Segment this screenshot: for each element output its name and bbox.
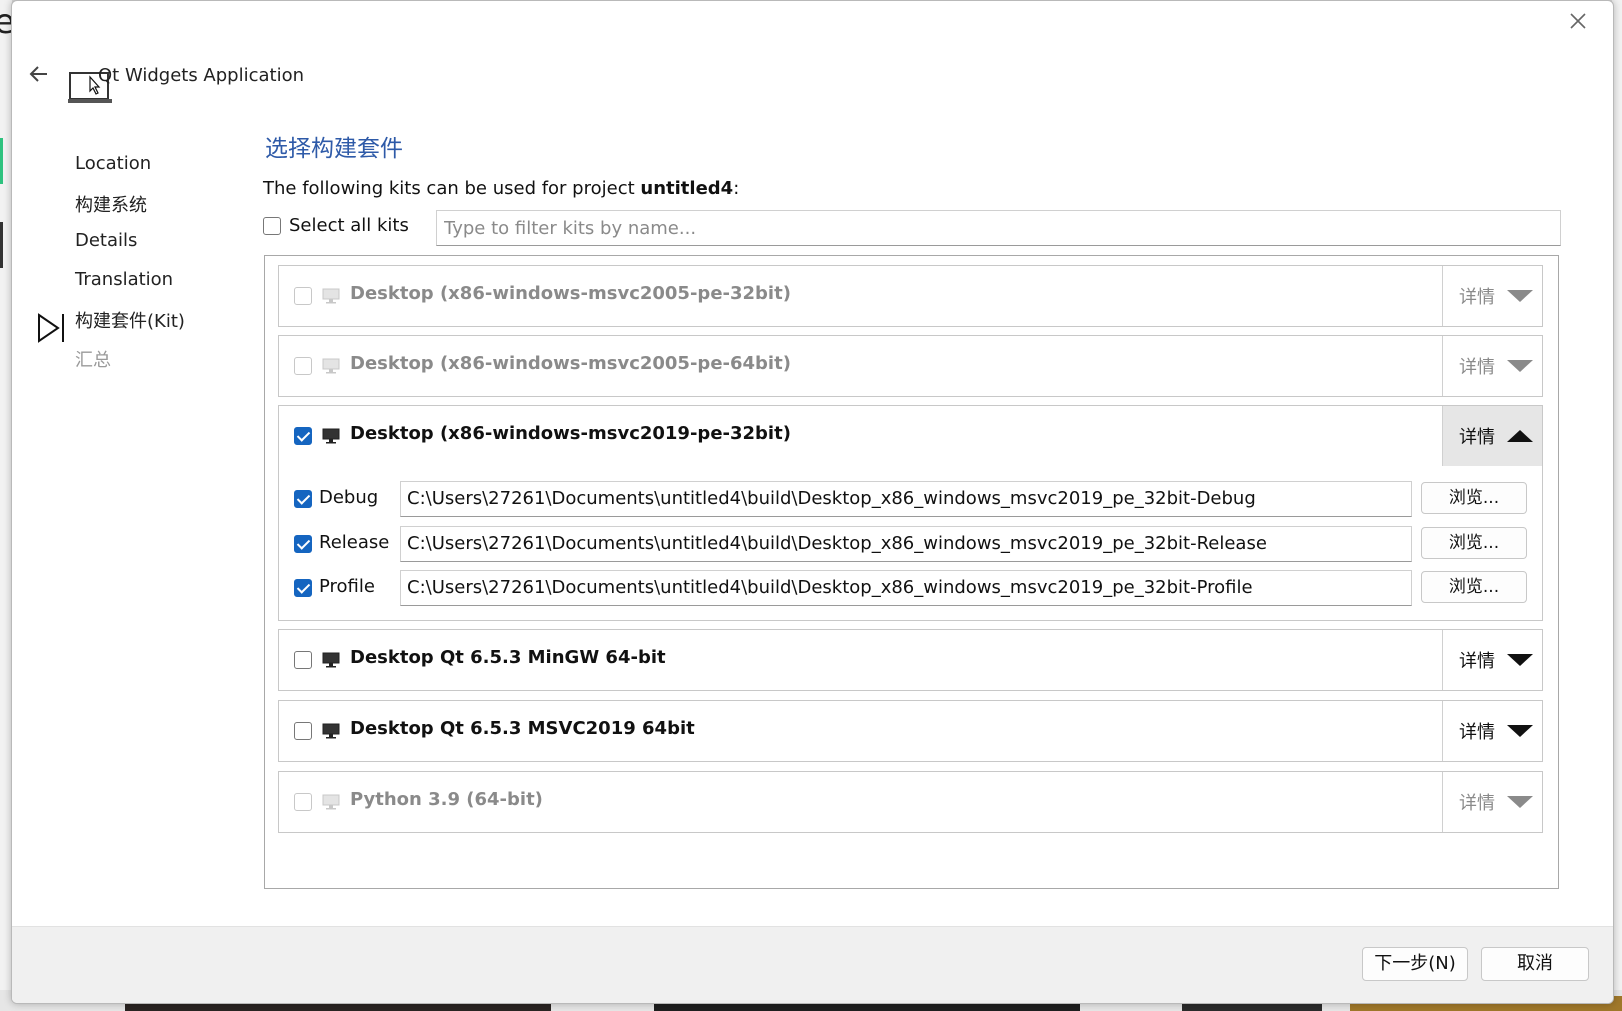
kit-name: Python 3.9 (64-bit) — [350, 789, 543, 810]
kit-item: Desktop (x86-windows-msvc2005-pe-32bit) … — [278, 265, 1543, 327]
browse-button[interactable]: 浏览... — [1421, 482, 1527, 514]
kit-checkbox[interactable] — [294, 287, 312, 305]
current-step-triangle-icon — [38, 313, 64, 343]
intro-text: The following kits can be used for proje… — [263, 178, 739, 199]
details-label: 详情 — [1459, 722, 1495, 743]
step-translation: Translation — [75, 269, 174, 290]
arrow-left-icon — [29, 66, 47, 82]
build-config-label: Debug — [319, 487, 379, 508]
kit-item: Python 3.9 (64-bit) 详情 — [278, 771, 1543, 833]
details-label: 详情 — [1459, 287, 1495, 308]
page-heading: 选择构建套件 — [265, 136, 403, 162]
background-accent — [0, 222, 3, 268]
monitor-icon — [322, 358, 340, 374]
details-label: 详情 — [1459, 651, 1495, 672]
select-all-kits-checkbox[interactable]: Select all kits — [263, 215, 409, 236]
build-config-checkbox[interactable] — [294, 579, 312, 597]
kit-details-button[interactable]: 详情 — [1442, 701, 1542, 761]
kit-checkbox[interactable] — [294, 651, 312, 669]
kit-name: Desktop (x86-windows-msvc2005-pe-64bit) — [350, 353, 791, 374]
cancel-button[interactable]: 取消 — [1481, 947, 1589, 981]
build-config-label: Profile — [319, 576, 375, 597]
browse-button[interactable]: 浏览... — [1421, 527, 1527, 559]
build-path-field[interactable]: C:\Users\27261\Documents\untitled4\build… — [400, 526, 1412, 562]
build-config-row: Profile C:\Users\27261\Documents\untitle… — [294, 570, 1529, 606]
chevron-down-icon — [1507, 654, 1533, 666]
build-config-row: Release C:\Users\27261\Documents\untitle… — [294, 526, 1529, 562]
kit-details-button[interactable]: 详情 — [1442, 336, 1542, 396]
build-config-row: Debug C:\Users\27261\Documents\untitled4… — [294, 481, 1529, 517]
kit-checkbox[interactable] — [294, 357, 312, 375]
kit-details-button[interactable]: 详情 — [1442, 772, 1542, 832]
step-details: Details — [75, 230, 138, 251]
step-location: Location — [75, 153, 152, 174]
project-name: untitled4 — [640, 178, 734, 199]
kit-checkbox[interactable] — [294, 427, 312, 445]
build-config-checkbox[interactable] — [294, 490, 312, 508]
monitor-icon — [322, 652, 340, 668]
kit-header: Desktop (x86-windows-msvc2005-pe-64bit) … — [279, 336, 1542, 396]
build-path-field[interactable]: C:\Users\27261\Documents\untitled4\build… — [400, 570, 1412, 606]
details-label: 详情 — [1459, 427, 1495, 448]
kit-item-expanded: Desktop (x86-windows-msvc2019-pe-32bit) … — [278, 405, 1543, 621]
kit-header: Desktop Qt 6.5.3 MinGW 64-bit 详情 — [279, 630, 1542, 690]
step-summary: 汇总 — [75, 350, 111, 371]
chevron-down-icon — [1507, 725, 1533, 737]
intro-prefix: The following kits can be used for proje… — [263, 178, 641, 199]
details-label: 详情 — [1459, 357, 1495, 378]
build-config-label: Release — [319, 532, 390, 553]
chevron-up-icon — [1507, 430, 1533, 442]
build-path-field[interactable]: C:\Users\27261\Documents\untitled4\build… — [400, 481, 1412, 517]
wizard-title: Qt Widgets Application — [98, 65, 305, 86]
kit-details-button[interactable]: 详情 — [1442, 406, 1542, 466]
kit-header: Desktop (x86-windows-msvc2019-pe-32bit) … — [279, 406, 1542, 466]
kit-name: Desktop Qt 6.5.3 MinGW 64-bit — [350, 647, 666, 668]
background-accent — [0, 138, 3, 184]
monitor-icon — [322, 288, 340, 304]
browse-button[interactable]: 浏览... — [1421, 571, 1527, 603]
close-icon — [1570, 13, 1586, 29]
step-build-system: 构建系统 — [75, 195, 147, 216]
chevron-down-icon — [1507, 290, 1533, 302]
build-config-checkbox[interactable] — [294, 535, 312, 553]
kit-header: Python 3.9 (64-bit) 详情 — [279, 772, 1542, 832]
monitor-icon — [322, 794, 340, 810]
kit-checkbox[interactable] — [294, 722, 312, 740]
new-project-wizard-dialog: Qt Widgets Application Location 构建系统 Det… — [11, 0, 1614, 1004]
kit-item: Desktop (x86-windows-msvc2005-pe-64bit) … — [278, 335, 1543, 397]
kit-checkbox[interactable] — [294, 793, 312, 811]
intro-suffix: : — [733, 178, 740, 199]
kit-list: Desktop (x86-windows-msvc2005-pe-32bit) … — [264, 255, 1559, 889]
kit-name: Desktop (x86-windows-msvc2019-pe-32bit) — [350, 423, 791, 444]
kit-header: Desktop Qt 6.5.3 MSVC2019 64bit 详情 — [279, 701, 1542, 761]
back-button[interactable] — [24, 61, 54, 91]
select-all-label: Select all kits — [289, 215, 409, 236]
kit-filter-input[interactable] — [436, 210, 1561, 246]
kit-item: Desktop Qt 6.5.3 MSVC2019 64bit 详情 — [278, 700, 1543, 762]
kit-item: Desktop Qt 6.5.3 MinGW 64-bit 详情 — [278, 629, 1543, 691]
kit-header: Desktop (x86-windows-msvc2005-pe-32bit) … — [279, 266, 1542, 326]
monitor-icon — [322, 428, 340, 444]
monitor-icon — [322, 723, 340, 739]
dialog-footer: 下一步(N) 取消 — [12, 926, 1613, 1003]
details-label: 详情 — [1459, 793, 1495, 814]
next-button[interactable]: 下一步(N) — [1362, 947, 1468, 981]
kit-name: Desktop Qt 6.5.3 MSVC2019 64bit — [350, 718, 695, 739]
chevron-down-icon — [1507, 360, 1533, 372]
kit-details-button[interactable]: 详情 — [1442, 630, 1542, 690]
close-button[interactable] — [1565, 11, 1591, 37]
step-kits: 构建套件(Kit) — [75, 311, 185, 332]
checkbox-box[interactable] — [263, 216, 281, 235]
chevron-down-icon — [1507, 796, 1533, 808]
kit-name: Desktop (x86-windows-msvc2005-pe-32bit) — [350, 283, 791, 304]
kit-details-button[interactable]: 详情 — [1442, 266, 1542, 326]
